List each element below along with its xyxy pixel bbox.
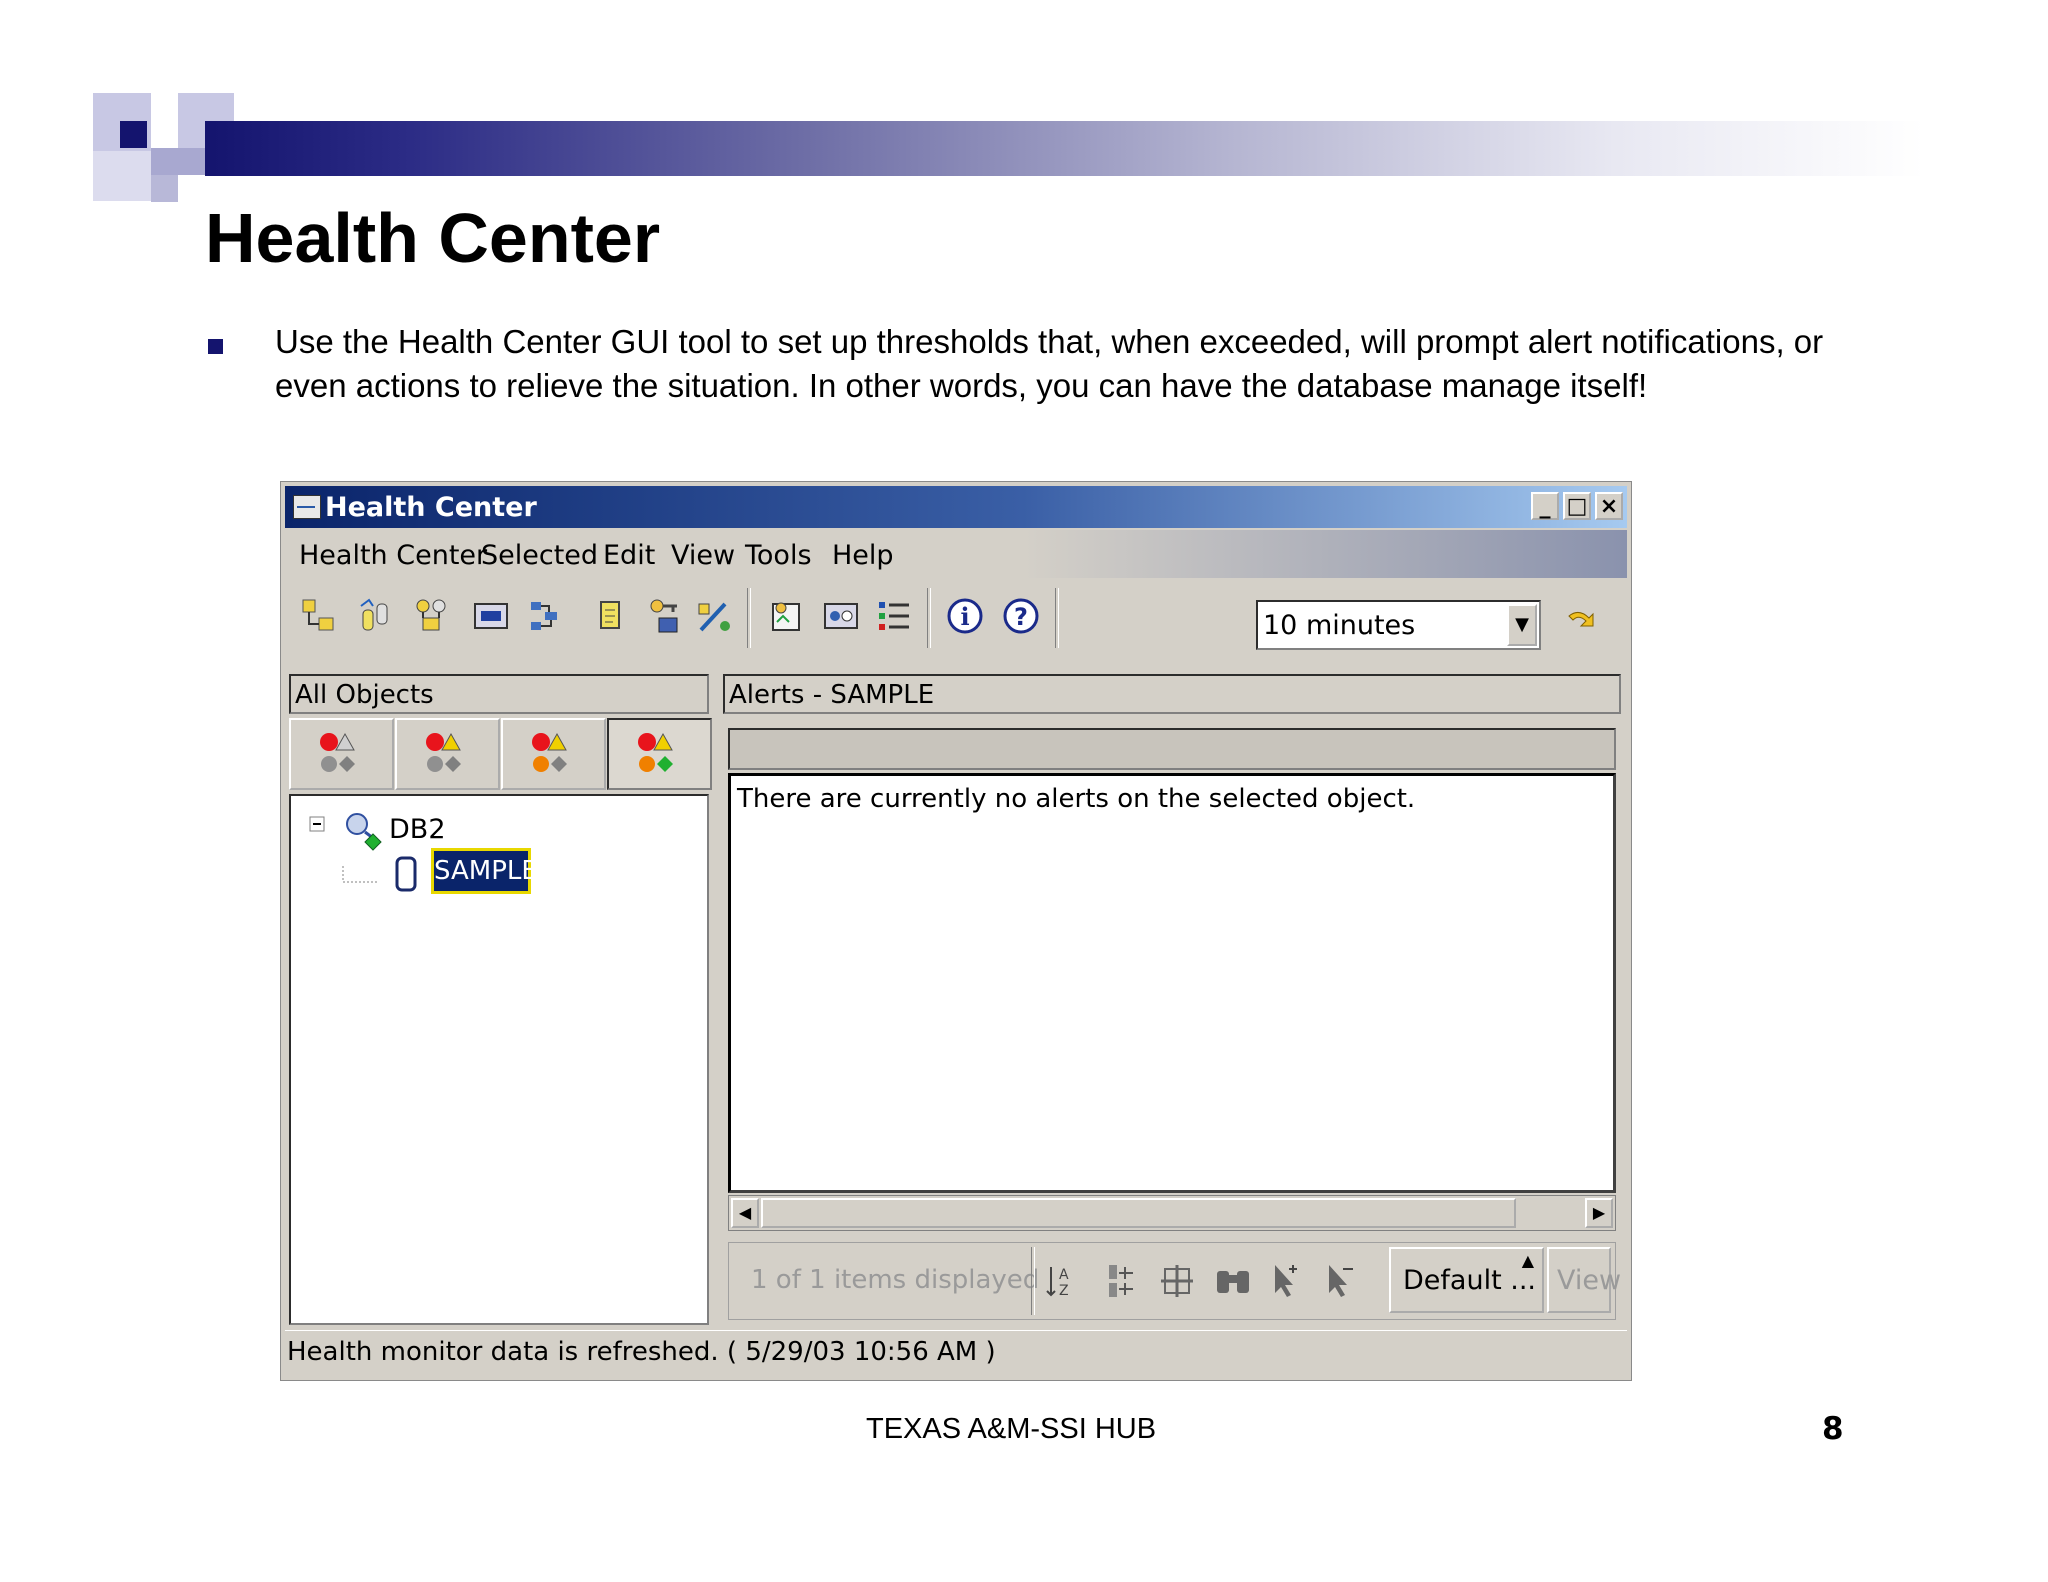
instance-icon <box>346 813 382 851</box>
recommendations-icon[interactable] <box>875 596 915 636</box>
decor-square <box>178 148 205 175</box>
menu-edit[interactable]: Edit <box>603 540 655 571</box>
database-icon <box>395 856 417 892</box>
alerts-title: Alerts - SAMPLE <box>729 680 935 710</box>
svg-text:Z: Z <box>1059 1283 1069 1299</box>
tools-settings-icon[interactable] <box>765 596 805 636</box>
object-tree[interactable]: DB2 SAMPLE <box>289 794 709 1325</box>
maximize-icon[interactable]: □ <box>1563 492 1591 520</box>
toolbar-separator <box>747 588 751 648</box>
help-icon[interactable]: ? <box>1001 596 1041 636</box>
alerts-column-header[interactable] <box>728 728 1616 770</box>
customize-columns-icon[interactable] <box>1157 1261 1197 1301</box>
title-bar[interactable]: Health Center _ □ × <box>285 486 1627 528</box>
menu-selected[interactable]: Selected <box>481 540 598 571</box>
bullet-marker <box>208 339 223 354</box>
svg-text:A: A <box>1059 1267 1069 1283</box>
scroll-right-icon[interactable]: ▶ <box>1585 1198 1613 1228</box>
sort-icon[interactable]: AZ <box>1041 1261 1081 1301</box>
satellite-admin-icon[interactable] <box>411 596 451 636</box>
all-states-filter-icon[interactable] <box>607 718 712 790</box>
items-count: 1 of 1 items displayed <box>751 1265 1040 1295</box>
refresh-interval-select[interactable]: 10 minutes ▼ <box>1256 600 1541 650</box>
tree-connector <box>342 866 377 883</box>
select-all-icon[interactable] <box>1267 1261 1307 1301</box>
all-objects-label: All Objects <box>295 680 434 710</box>
alarm-filter-icon[interactable] <box>289 718 394 790</box>
alarm-warning-attention-filter-icon[interactable] <box>501 718 606 790</box>
status-message: Health monitor data is refreshed. ( 5/29… <box>287 1337 996 1367</box>
tree-item-sample[interactable]: SAMPLE <box>431 848 538 894</box>
toolbar-separator <box>1055 588 1059 648</box>
menu-bar: Health Center Selected Edit View Tools H… <box>285 530 1627 578</box>
tree-item-db2[interactable]: DB2 <box>389 814 446 845</box>
details-separator <box>1031 1247 1035 1315</box>
svg-text:?: ? <box>1014 603 1028 631</box>
health-center-window: Health Center _ □ × Health Center Select… <box>280 481 1632 1381</box>
decor-square <box>151 148 178 175</box>
default-view-button[interactable]: Default ... ▲ <box>1389 1247 1544 1313</box>
license-center-icon[interactable] <box>645 596 685 636</box>
development-center-icon[interactable] <box>695 596 735 636</box>
task-center-icon[interactable] <box>525 596 565 636</box>
view-label: View <box>1557 1265 1622 1296</box>
menu-tools[interactable]: Tools <box>745 540 812 571</box>
health-indicator-settings-icon[interactable] <box>821 596 861 636</box>
decor-square <box>151 175 178 202</box>
footer-text: TEXAS A&M-SSI HUB <box>866 1413 1157 1445</box>
slide-title: Health Center <box>205 199 661 277</box>
chevron-down-icon[interactable]: ▼ <box>1507 604 1537 646</box>
svg-text:i: i <box>960 602 969 631</box>
view-button[interactable]: View <box>1547 1247 1621 1313</box>
window-title: Health Center <box>325 492 537 523</box>
default-view-label: Default ... <box>1403 1265 1536 1296</box>
alerts-list[interactable]: There are currently no alerts on the sel… <box>728 773 1616 1193</box>
decor-square <box>93 151 151 201</box>
left-pane-header: All Objects <box>289 674 709 714</box>
toolbar-separator <box>927 588 931 648</box>
close-icon[interactable]: × <box>1595 492 1623 520</box>
command-center-icon[interactable] <box>471 596 511 636</box>
replication-center-icon[interactable] <box>355 596 395 636</box>
app-icon <box>293 495 321 519</box>
title-banner <box>205 121 1925 176</box>
refresh-icon[interactable] <box>1559 602 1599 642</box>
menu-help[interactable]: Help <box>832 540 894 571</box>
horizontal-scrollbar[interactable]: ◀ ▶ <box>728 1195 1616 1231</box>
minimize-icon[interactable]: _ <box>1531 492 1559 520</box>
filter-icon[interactable] <box>1099 1261 1139 1301</box>
refresh-interval-value: 10 minutes <box>1263 610 1416 641</box>
control-center-icon[interactable] <box>299 596 339 636</box>
alarm-warning-filter-icon[interactable] <box>395 718 500 790</box>
find-icon[interactable] <box>1213 1261 1253 1301</box>
right-pane-header: Alerts - SAMPLE <box>723 674 1621 714</box>
chevron-up-icon: ▲ <box>1521 1251 1534 1270</box>
journal-icon[interactable] <box>591 596 631 636</box>
bullet-text: Use the Health Center GUI tool to set up… <box>275 323 1824 404</box>
info-icon[interactable]: i <box>945 596 985 636</box>
scroll-left-icon[interactable]: ◀ <box>731 1198 759 1228</box>
menu-health-center[interactable]: Health Center <box>299 540 487 571</box>
status-bar: Health monitor data is refreshed. ( 5/29… <box>285 1330 1627 1375</box>
menu-view[interactable]: View <box>671 540 735 571</box>
deselect-all-icon[interactable] <box>1321 1261 1361 1301</box>
no-alerts-message: There are currently no alerts on the sel… <box>737 784 1416 814</box>
details-bar: 1 of 1 items displayed AZ Default ... ▲ … <box>728 1242 1621 1320</box>
decor-square <box>120 121 147 148</box>
scroll-thumb[interactable] <box>761 1198 1516 1228</box>
page-number: 8 <box>1822 1411 1844 1447</box>
